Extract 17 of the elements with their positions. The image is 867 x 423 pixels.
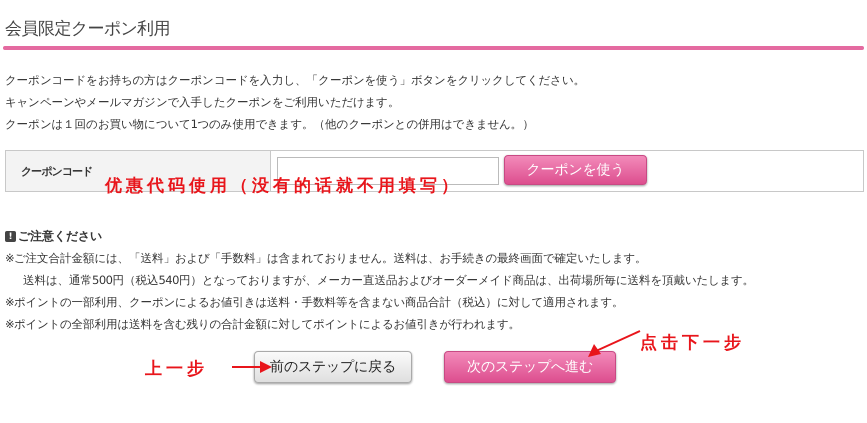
next-step-button[interactable]: 次のステップへ進む [444, 351, 616, 383]
annotation-text: 上一步 [145, 358, 208, 380]
notice-text: ※ポイントの一部利用、クーポンによるお値引きは送料・手数料等を含まない商品合計（税込）に対して適用されます。 [5, 294, 624, 311]
notice-text: ※ポイントの全部利用は送料を含む残りの合計金額に対してポイントによるお値引きが行われます。 [5, 316, 520, 333]
notice-icon: ! [5, 231, 16, 242]
intro-text: キャンペーンやメールマガジンで入手したクーポンをご利用いただけます。 [5, 94, 400, 111]
annotation-text: 优惠代码使用（没有的话就不用填写） [105, 175, 462, 197]
notice-text: 送料は、通常500円（税込540円）となっておりますが、メーカー直送品およびオーダーメイド商品は、出荷場所毎に送料を頂戴いたします。 [22, 272, 754, 289]
intro-text: クーポンコードをお持ちの方はクーポンコードを入力し、「クーポンを使う」ボタンをクリックしてください。 [5, 72, 586, 89]
page-title: 会員限定クーポン利用 [5, 18, 170, 40]
back-button[interactable]: 前のステップに戻る [254, 351, 412, 383]
annotation-text: 点击下一步 [640, 332, 745, 354]
notice-text: ※ご注文合計金額には、「送料」および「手数料」は含まれておりません。送料は、お手続きの最終画面で確定いたします。 [5, 250, 647, 267]
use-coupon-button[interactable]: クーポンを使う [504, 154, 647, 184]
intro-text: クーポンは１回のお買い物について1つのみ使用できます。（他のクーポンとの併用はできません。） [5, 116, 534, 133]
notice-title: ご注意ください [18, 228, 102, 245]
field-label: クーポンコード [21, 164, 92, 178]
